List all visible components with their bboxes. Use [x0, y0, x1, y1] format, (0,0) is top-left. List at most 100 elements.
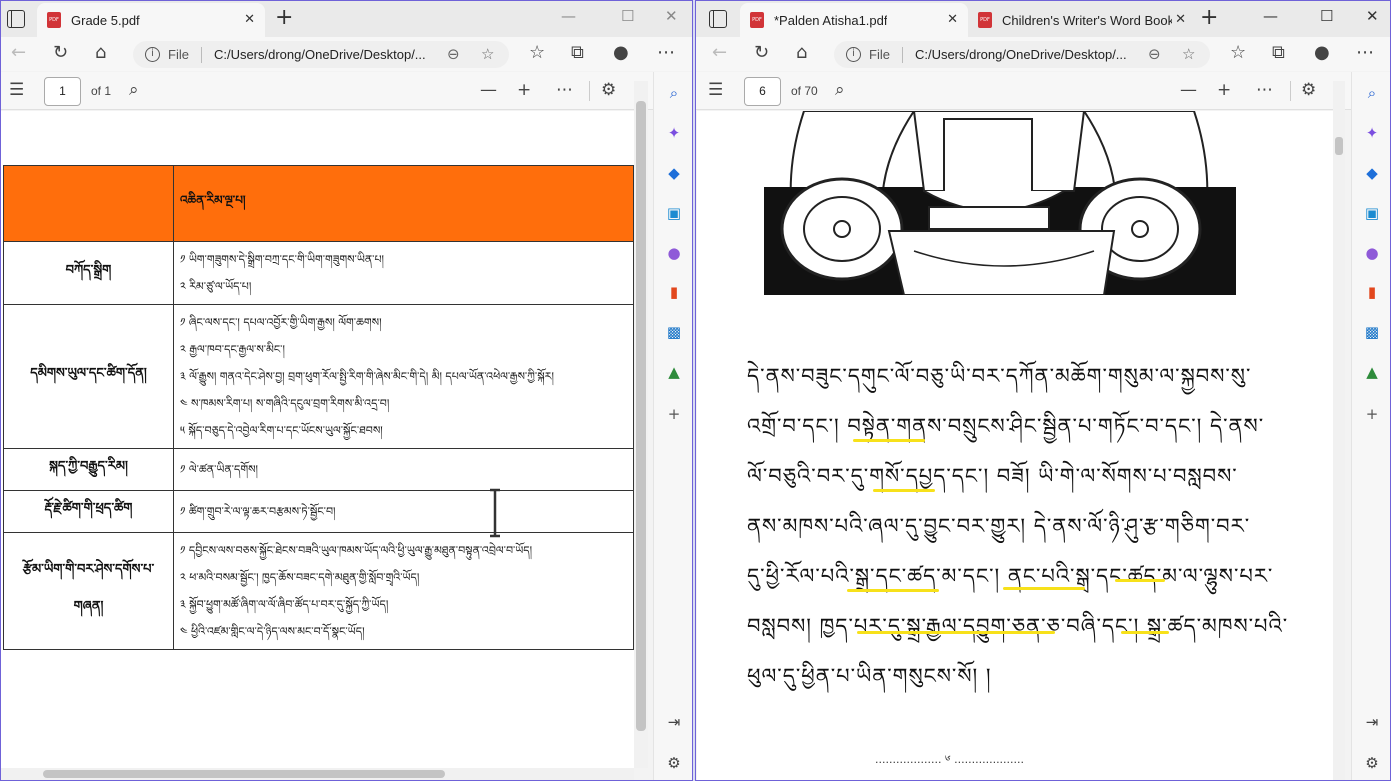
tab-strip: Grade 5.pdf ✕ + — ☐ ✕ — [1, 1, 692, 37]
contents-icon[interactable]: ☰ — [708, 80, 723, 100]
search-icon[interactable]: ⌕ — [129, 80, 139, 100]
address-bar[interactable]: i File C:/Users/drong/OneDrive/Desktop/.… — [133, 41, 509, 68]
close-tab-icon[interactable]: ✕ — [947, 12, 958, 27]
outlook-icon[interactable]: ▩ — [663, 321, 685, 343]
table-row: བཀོད་སྒྲིག ༡ ཡིག་གཟུགས་དེ་སྒྲིག་བཀྲ་དང་ག… — [3, 241, 634, 305]
list-item: ༡ དབྱིངས་ལས་བཅས་སྐྱོང་ཐེངས་བཟའི་ཡུལ་ཁམས་… — [180, 544, 533, 557]
sidebar-settings-icon[interactable]: ⚙ — [663, 752, 685, 774]
hide-sidebar-icon[interactable]: ⇥ — [1361, 711, 1383, 733]
page-number-input[interactable]: 6 — [744, 77, 781, 106]
row-head: སྐད་ཀྱི་བརྒྱུད་རིམ། — [3, 448, 174, 491]
pdf-file-icon — [978, 12, 992, 28]
shopping-tag-icon[interactable]: ◆ — [1361, 162, 1383, 184]
browser-window-left: Grade 5.pdf ✕ + — ☐ ✕ ← ↻ ⌂ i File C:/Us… — [0, 0, 693, 781]
minimize-icon[interactable]: — — [1263, 7, 1278, 25]
page-number-input[interactable]: 1 — [44, 77, 81, 106]
info-icon[interactable]: i — [145, 47, 160, 62]
vertical-scrollbar[interactable] — [634, 81, 648, 768]
profile-icon[interactable]: ● — [613, 43, 629, 63]
row-head: བཀོད་སྒྲིག — [3, 241, 174, 305]
search-icon[interactable]: ⌕ — [663, 82, 685, 104]
tab-word-book[interactable]: Children's Writer's Word Book.pdf ✕ — [968, 3, 1196, 37]
office-icon[interactable]: ▮ — [663, 281, 685, 303]
tools-icon[interactable]: ▣ — [663, 202, 685, 224]
tab-grade5[interactable]: Grade 5.pdf ✕ — [37, 3, 265, 37]
close-window-icon[interactable]: ✕ — [1366, 7, 1379, 25]
office-icon[interactable]: ▮ — [1361, 281, 1383, 303]
monk-illustration — [764, 111, 1236, 295]
home-icon[interactable]: ⌂ — [95, 43, 106, 63]
tree-icon[interactable]: ▲ — [663, 361, 685, 383]
tibetan-body-text: དེ་ནས་བཟུང་དགུང་ལོ་བཅུ་ཡི་བར་དཀོན་མཆོག་ག… — [747, 351, 1287, 701]
sidebar-settings-icon[interactable]: ⚙ — [1361, 752, 1383, 774]
maximize-icon[interactable]: ☐ — [621, 7, 634, 25]
vertical-scrollbar[interactable] — [1333, 81, 1345, 780]
address-url[interactable]: C:/Users/drong/OneDrive/Desktop/... — [214, 47, 426, 62]
zoom-out-icon[interactable]: — — [480, 80, 497, 100]
horizontal-scrollbar[interactable] — [1, 768, 634, 780]
tab-actions-icon[interactable] — [709, 10, 727, 28]
table-header-row: འཆིན་རིམ་ལྔ་པ། — [3, 165, 634, 242]
text-line: དེ་ནས་བཟུང་དགུང་ལོ་བཅུ་ཡི་བར་དཀོན་མཆོག་ག… — [747, 364, 1252, 388]
refresh-icon[interactable]: ↻ — [754, 43, 769, 63]
favorites-icon[interactable]: ☆ — [1230, 43, 1246, 63]
search-icon[interactable]: ⌕ — [835, 80, 845, 100]
add-icon[interactable]: + — [663, 403, 685, 425]
games-icon[interactable]: ● — [1361, 242, 1383, 264]
contents-icon[interactable]: ☰ — [9, 80, 24, 100]
address-url[interactable]: C:/Users/drong/OneDrive/Desktop/... — [915, 47, 1127, 62]
close-tab-icon[interactable]: ✕ — [244, 12, 255, 27]
scrollbar-thumb[interactable] — [636, 101, 646, 731]
back-icon[interactable]: ← — [11, 43, 26, 63]
settings-icon[interactable]: ⚙ — [1301, 80, 1316, 100]
scrollbar-thumb[interactable] — [43, 770, 445, 778]
tree-icon[interactable]: ▲ — [1361, 361, 1383, 383]
address-bar[interactable]: i File C:/Users/drong/OneDrive/Desktop/.… — [834, 41, 1210, 68]
more-menu-icon[interactable]: ⋯ — [657, 43, 675, 63]
info-icon[interactable]: i — [846, 47, 861, 62]
zoom-icon[interactable]: ⊖ — [447, 45, 460, 63]
tab-palden-atisha[interactable]: *Palden Atisha1.pdf ✕ — [740, 3, 968, 37]
maximize-icon[interactable]: ☐ — [1320, 7, 1333, 25]
zoom-in-icon[interactable]: + — [1217, 80, 1231, 100]
add-favorite-icon[interactable]: ☆ — [481, 45, 494, 63]
close-tab-icon[interactable]: ✕ — [1175, 12, 1186, 27]
zoom-in-icon[interactable]: + — [517, 80, 531, 100]
tab-actions-icon[interactable] — [7, 10, 25, 28]
shopping-tag-icon[interactable]: ◆ — [663, 162, 685, 184]
tools-icon[interactable]: ▣ — [1361, 202, 1383, 224]
copilot-icon[interactable]: ✦ — [1361, 122, 1383, 144]
copilot-icon[interactable]: ✦ — [663, 122, 685, 144]
pdf-page-left: འཆིན་རིམ་ལྔ་པ། བཀོད་སྒྲིག ༡ ཡིག་གཟུགས་དེ… — [1, 111, 634, 768]
hide-sidebar-icon[interactable]: ⇥ — [663, 711, 685, 733]
settings-icon[interactable]: ⚙ — [601, 80, 616, 100]
scrollbar-thumb[interactable] — [1335, 137, 1343, 155]
more-tools-icon[interactable]: ⋯ — [556, 80, 573, 100]
more-tools-icon[interactable]: ⋯ — [1256, 80, 1273, 100]
games-icon[interactable]: ● — [663, 242, 685, 264]
profile-icon[interactable]: ● — [1314, 43, 1330, 63]
list-item: ༣ ལོ་རྒྱུས། གནའ་དེང་ཤེས་བྱ། བྲག་ཕུག་རོལ་… — [180, 370, 554, 383]
outlook-icon[interactable]: ▩ — [1361, 321, 1383, 343]
browser-window-right: *Palden Atisha1.pdf ✕ Children's Writer'… — [695, 0, 1391, 781]
collections-icon[interactable]: ⧉ — [1272, 43, 1285, 63]
new-tab-icon[interactable]: + — [275, 7, 293, 29]
new-tab-icon[interactable]: + — [1200, 7, 1218, 29]
favorites-icon[interactable]: ☆ — [529, 43, 545, 63]
close-window-icon[interactable]: ✕ — [665, 7, 678, 25]
pdf-file-icon — [750, 12, 764, 28]
more-menu-icon[interactable]: ⋯ — [1356, 43, 1374, 63]
add-favorite-icon[interactable]: ☆ — [1182, 45, 1195, 63]
zoom-icon[interactable]: ⊖ — [1148, 45, 1161, 63]
highlight-underline — [847, 589, 939, 592]
edge-sidebar: ⌕ ✦ ◆ ▣ ● ▮ ▩ ▲ + ⇥ ⚙ — [653, 72, 692, 780]
back-icon[interactable]: ← — [712, 43, 727, 63]
collections-icon[interactable]: ⧉ — [571, 43, 584, 63]
refresh-icon[interactable]: ↻ — [53, 43, 68, 63]
add-icon[interactable]: + — [1361, 403, 1383, 425]
zoom-out-icon[interactable]: — — [1180, 80, 1197, 100]
curriculum-table: འཆིན་རིམ་ལྔ་པ། བཀོད་སྒྲིག ༡ ཡིག་གཟུགས་དེ… — [3, 165, 634, 650]
minimize-icon[interactable]: — — [561, 7, 576, 25]
home-icon[interactable]: ⌂ — [796, 43, 807, 63]
search-icon[interactable]: ⌕ — [1361, 82, 1383, 104]
